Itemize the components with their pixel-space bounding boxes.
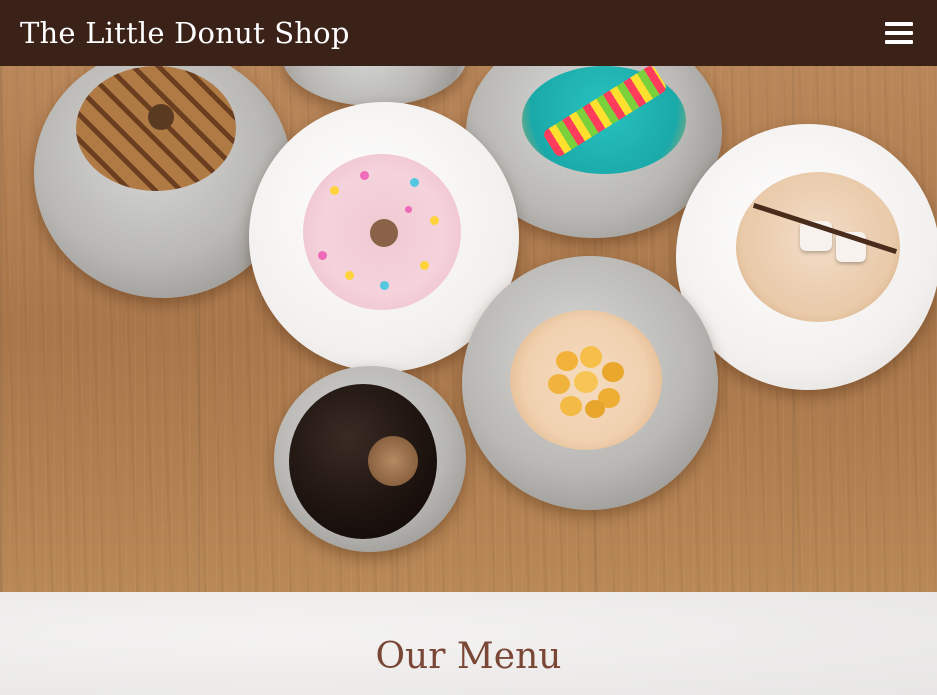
site-header: The Little Donut Shop [0, 0, 937, 66]
menu-section: Our Menu [0, 592, 937, 695]
donut-hole [148, 104, 174, 130]
chocolate-coin-topping [368, 436, 418, 486]
donut-hole [370, 219, 398, 247]
plate [282, 66, 467, 106]
menu-bar [885, 31, 913, 35]
menu-bar [885, 22, 913, 26]
hamburger-menu-icon[interactable] [885, 20, 913, 46]
hero-image [0, 66, 937, 592]
site-title[interactable]: The Little Donut Shop [20, 16, 350, 50]
section-title: Our Menu [375, 636, 562, 677]
menu-bar [885, 40, 913, 44]
